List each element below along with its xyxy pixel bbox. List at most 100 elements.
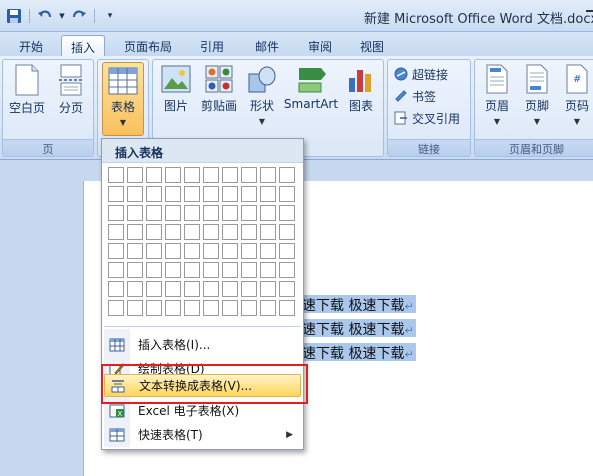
table-size-grid[interactable] [108,167,295,316]
table-grid-cell[interactable] [203,224,219,240]
table-grid-cell[interactable] [108,243,124,259]
table-button[interactable]: 表格 ▼ [102,62,144,136]
menu-item-quick-tables[interactable]: 快速表格(T) ▶ [104,423,301,446]
table-grid-cell[interactable] [108,224,124,240]
table-grid-cell[interactable] [241,167,257,183]
table-grid-cell[interactable] [260,243,276,259]
table-grid-cell[interactable] [108,186,124,202]
table-grid-cell[interactable] [165,167,181,183]
table-grid-cell[interactable] [108,205,124,221]
clipart-button[interactable]: 剪贴画 [197,64,241,114]
header-button[interactable]: 页眉 ▼ [479,64,515,126]
document-line[interactable]: 速下载 极速下载↵ [300,319,416,338]
table-grid-cell[interactable] [146,224,162,240]
redo-button[interactable] [69,6,89,26]
table-grid-cell[interactable] [184,224,200,240]
table-grid-cell[interactable] [184,281,200,297]
table-grid-cell[interactable] [127,243,143,259]
table-grid-cell[interactable] [279,281,295,297]
table-grid-cell[interactable] [203,186,219,202]
bookmark-button[interactable]: 书签 [394,86,436,106]
table-grid-cell[interactable] [203,205,219,221]
table-grid-cell[interactable] [146,186,162,202]
table-grid-cell[interactable] [279,167,295,183]
menu-item-excel-spreadsheet[interactable]: X Excel 电子表格(X) [104,399,301,422]
table-grid-cell[interactable] [184,262,200,278]
table-grid-cell[interactable] [260,167,276,183]
table-grid-cell[interactable] [241,186,257,202]
table-grid-cell[interactable] [203,243,219,259]
picture-button[interactable]: 图片 [159,64,193,114]
table-grid-cell[interactable] [222,243,238,259]
tab-review[interactable]: 审阅 [299,35,341,56]
table-grid-cell[interactable] [241,205,257,221]
page-break-button[interactable]: 分页 [51,64,91,116]
page-number-button[interactable]: # 页码 ▼ [559,64,593,126]
table-grid-cell[interactable] [146,167,162,183]
table-grid-cell[interactable] [165,300,181,316]
table-grid-cell[interactable] [146,300,162,316]
minimize-icon[interactable] [586,10,593,12]
table-grid-cell[interactable] [184,167,200,183]
table-grid-cell[interactable] [165,186,181,202]
undo-dropdown[interactable]: ▼ [58,6,66,26]
table-grid-cell[interactable] [146,205,162,221]
table-grid-cell[interactable] [222,167,238,183]
cover-page-button[interactable]: 空白页 [7,64,47,116]
table-grid-cell[interactable] [279,205,295,221]
table-grid-cell[interactable] [222,205,238,221]
save-button[interactable] [4,6,24,26]
table-grid-cell[interactable] [127,186,143,202]
tab-insert[interactable]: 插入 [61,35,105,56]
table-grid-cell[interactable] [165,205,181,221]
table-grid-cell[interactable] [184,186,200,202]
table-grid-cell[interactable] [165,281,181,297]
table-grid-cell[interactable] [241,243,257,259]
table-grid-cell[interactable] [127,300,143,316]
table-grid-cell[interactable] [146,262,162,278]
table-grid-cell[interactable] [108,300,124,316]
table-grid-cell[interactable] [127,205,143,221]
hyperlink-button[interactable]: 超链接 [394,64,448,84]
chart-button[interactable]: 图表 [343,64,379,114]
table-grid-cell[interactable] [222,262,238,278]
document-line[interactable]: 速下载 极速下载↵ [300,343,416,362]
table-grid-cell[interactable] [260,224,276,240]
table-grid-cell[interactable] [260,262,276,278]
table-grid-cell[interactable] [241,224,257,240]
table-grid-cell[interactable] [203,300,219,316]
table-grid-cell[interactable] [127,262,143,278]
shapes-button[interactable]: 形状 ▼ [245,64,279,126]
table-grid-cell[interactable] [222,281,238,297]
table-grid-cell[interactable] [108,281,124,297]
table-grid-cell[interactable] [108,262,124,278]
table-grid-cell[interactable] [241,300,257,316]
table-grid-cell[interactable] [127,167,143,183]
table-grid-cell[interactable] [279,243,295,259]
table-grid-cell[interactable] [127,281,143,297]
tab-references[interactable]: 引用 [191,35,233,56]
table-grid-cell[interactable] [279,224,295,240]
cross-reference-button[interactable]: 交叉引用 [394,108,460,128]
table-grid-cell[interactable] [222,300,238,316]
undo-button[interactable] [35,6,55,26]
table-grid-cell[interactable] [184,205,200,221]
table-grid-cell[interactable] [184,243,200,259]
table-grid-cell[interactable] [222,186,238,202]
table-grid-cell[interactable] [241,262,257,278]
smartart-button[interactable]: SmartArt [283,64,339,111]
tab-home[interactable]: 开始 [10,35,52,56]
table-grid-cell[interactable] [260,205,276,221]
table-grid-cell[interactable] [127,224,143,240]
customize-qat-button[interactable]: ▾ [100,6,120,26]
table-grid-cell[interactable] [260,186,276,202]
table-grid-cell[interactable] [184,300,200,316]
table-grid-cell[interactable] [108,167,124,183]
document-line[interactable]: 速下载 极速下载↵ [300,295,416,314]
table-grid-cell[interactable] [203,262,219,278]
table-grid-cell[interactable] [279,262,295,278]
table-grid-cell[interactable] [260,300,276,316]
table-grid-cell[interactable] [165,243,181,259]
tab-page-layout[interactable]: 页面布局 [117,35,179,56]
table-grid-cell[interactable] [241,281,257,297]
